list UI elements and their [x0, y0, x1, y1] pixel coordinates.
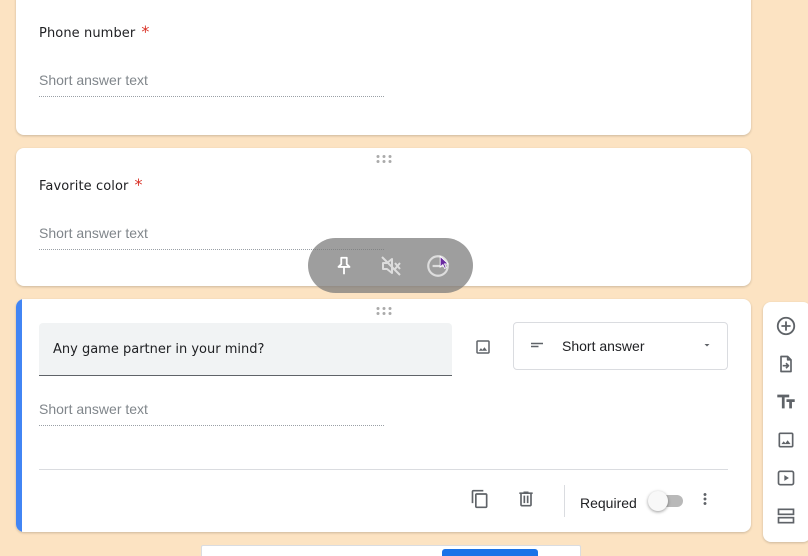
mute-icon[interactable]: [375, 250, 407, 282]
short-answer-placeholder: Short answer text: [39, 72, 384, 97]
add-section-icon[interactable]: [774, 504, 798, 528]
bottom-panel: [201, 545, 581, 556]
question-card-phone[interactable]: Phone number * Short answer text: [16, 0, 751, 135]
drag-handle-icon[interactable]: [376, 155, 391, 163]
duplicate-icon[interactable]: [466, 485, 494, 513]
short-answer-placeholder: Short answer text: [39, 401, 384, 426]
question-title: Favorite color *: [39, 175, 143, 194]
add-video-icon[interactable]: [774, 466, 798, 490]
required-label: Required: [580, 495, 637, 511]
remove-circle-icon[interactable]: [422, 250, 454, 282]
side-toolbar: [763, 302, 808, 542]
add-image-icon[interactable]: [774, 428, 798, 452]
question-card-active[interactable]: Any game partner in your mind? Short ans…: [16, 299, 751, 532]
required-asterisk: *: [141, 22, 150, 41]
question-title-input[interactable]: Any game partner in your mind?: [39, 323, 452, 376]
add-image-icon[interactable]: [469, 333, 497, 361]
add-question-icon[interactable]: [774, 314, 798, 338]
required-toggle[interactable]: [648, 491, 683, 511]
import-questions-icon[interactable]: [774, 352, 798, 376]
active-indicator: [16, 299, 22, 532]
question-type-label: Short answer: [562, 338, 645, 354]
divider: [39, 469, 728, 470]
drag-handle-icon[interactable]: [376, 307, 391, 315]
delete-icon[interactable]: [512, 485, 540, 513]
pin-icon[interactable]: [328, 250, 360, 282]
question-title: Phone number *: [39, 22, 150, 41]
primary-button[interactable]: [442, 549, 538, 556]
dropdown-arrow-icon: [701, 338, 713, 354]
add-title-icon[interactable]: [774, 390, 798, 414]
question-type-select[interactable]: Short answer: [513, 322, 728, 370]
short-text-icon: [528, 336, 546, 357]
footer-separator: [564, 485, 565, 517]
more-options-icon[interactable]: [691, 485, 719, 513]
floating-video-controls[interactable]: [308, 238, 473, 293]
required-asterisk: *: [134, 175, 143, 194]
